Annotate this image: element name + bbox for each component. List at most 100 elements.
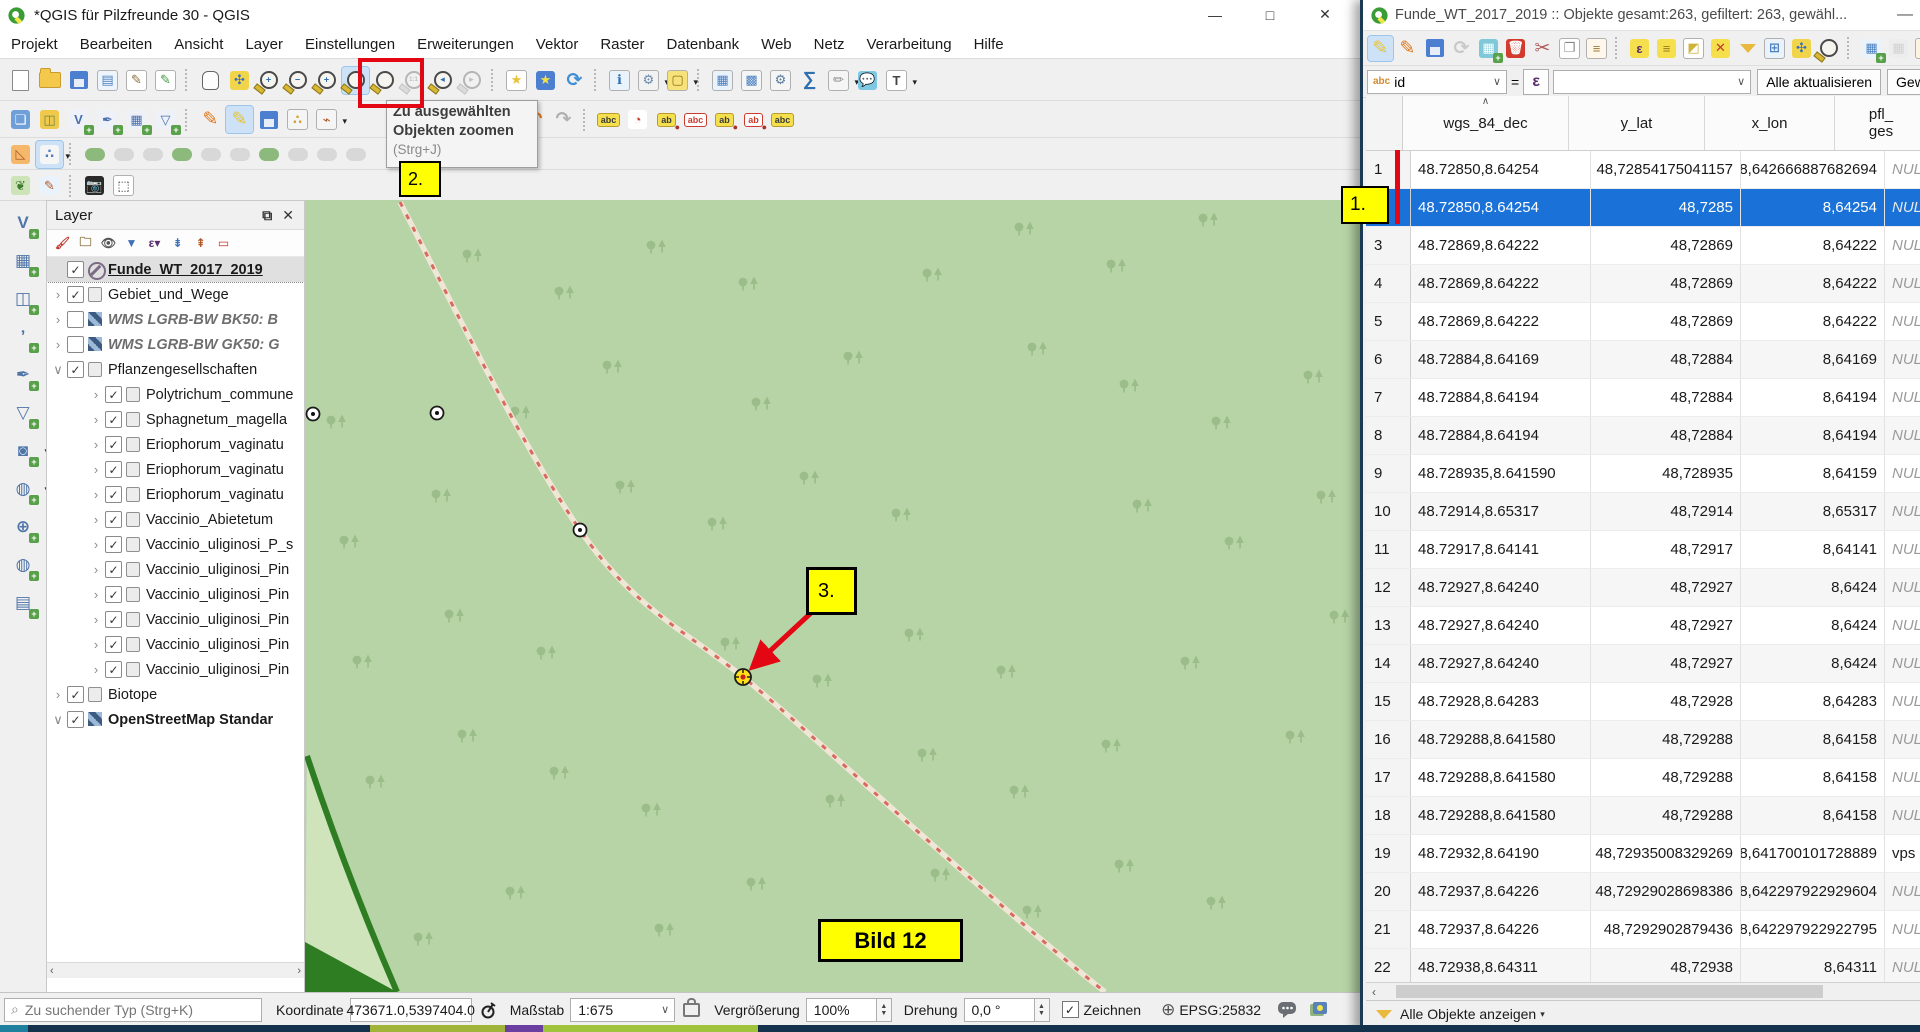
cell[interactable]: NULL <box>1885 873 1920 910</box>
cell[interactable]: 48.72928,8.64283 <box>1411 683 1591 720</box>
cell[interactable]: 48,729288 <box>1591 721 1741 758</box>
cell[interactable]: 48,72869 <box>1591 265 1741 302</box>
cell[interactable]: 48,72929028698386 <box>1591 873 1741 910</box>
cell[interactable]: NULL <box>1885 379 1920 416</box>
magnifier-icon[interactable] <box>1816 36 1841 61</box>
value-combobox[interactable]: ∨ <box>1553 70 1751 94</box>
row-number[interactable]: 19 <box>1366 835 1411 872</box>
layer-item-eriophorum-vaginatu[interactable]: ›✓Eriophorum_vaginatu <box>47 432 304 457</box>
row-number[interactable]: 5 <box>1366 303 1411 340</box>
locator-search[interactable]: ⌕ <box>4 998 262 1022</box>
cell[interactable]: 48.72884,8.64169 <box>1411 341 1591 378</box>
cell[interactable]: 48.72884,8.64194 <box>1411 379 1591 416</box>
statistics-icon[interactable]: ∑ <box>796 67 823 94</box>
cell[interactable]: NULL <box>1885 911 1920 948</box>
menu-einstellungen[interactable]: Einstellungen <box>294 36 406 53</box>
add-delimited-text-button[interactable]: ʼ+ <box>9 323 37 351</box>
cell[interactable]: 8,64194 <box>1741 417 1885 454</box>
cell[interactable]: NULL <box>1885 265 1920 302</box>
field-combobox[interactable]: abc id ∨ <box>1367 70 1507 94</box>
zoom-to-selection-icon[interactable]: ⊞ <box>1762 36 1787 61</box>
layer-checkbox[interactable]: ✓ <box>105 536 122 553</box>
new-project-icon[interactable] <box>7 67 34 94</box>
cell[interactable]: 8,642666887682694 <box>1741 151 1885 188</box>
minimize-button[interactable]: — <box>1897 6 1920 24</box>
row-number[interactable]: 13 <box>1366 607 1411 644</box>
layer-checkbox[interactable] <box>67 311 84 328</box>
db-manager-icon[interactable]: ◫ <box>36 106 63 133</box>
table-row[interactable]: 2148.72937,8.6422648,72929028794368,6422… <box>1366 911 1920 949</box>
new-bookmark-icon[interactable]: ★ <box>503 67 530 94</box>
table-row[interactable]: 748.72884,8.6419448,728848,64194NULL <box>1366 379 1920 417</box>
add-part-icon[interactable] <box>168 141 195 168</box>
layer-item-vaccinio-uliginosi-pin[interactable]: ›✓Vaccinio_uliginosi_Pin <box>47 582 304 607</box>
table-row[interactable]: 1948.72932,8.6419048,729350083292698,641… <box>1366 835 1920 873</box>
cell[interactable]: 48.72869,8.64222 <box>1411 265 1591 302</box>
cell[interactable]: 8,64158 <box>1741 721 1885 758</box>
layer-item-openstreetmap-standar[interactable]: ∨✓OpenStreetMap Standar <box>47 707 304 732</box>
add-wms-button[interactable]: ◍+▾ <box>9 475 37 503</box>
manage-visibility-icon[interactable]: 👁 <box>99 234 118 253</box>
rotate-feature-icon[interactable] <box>81 141 108 168</box>
cell[interactable]: NULL <box>1885 189 1920 226</box>
expander-icon[interactable]: › <box>89 487 103 502</box>
open-layer-styling-icon[interactable]: 🖌 <box>53 234 72 253</box>
show-all-features-button[interactable]: Alle Objekte anzeigen <box>1400 1006 1536 1022</box>
cell[interactable]: 48.72927,8.64240 <box>1411 607 1591 644</box>
expander-icon[interactable]: › <box>89 562 103 577</box>
layer-checkbox[interactable]: ✓ <box>67 711 84 728</box>
cell[interactable]: NULL <box>1885 683 1920 720</box>
cell[interactable]: 48.72850,8.64254 <box>1411 189 1591 226</box>
column-header-x_lon[interactable]: x_lon <box>1705 96 1835 150</box>
cell[interactable]: 48,7292902879436 <box>1591 911 1741 948</box>
cell[interactable]: 8,64311 <box>1741 949 1885 982</box>
text-annotation-icon[interactable]: T▾ <box>883 67 910 94</box>
cell[interactable]: 8,6424 <box>1741 607 1885 644</box>
layer-diagram-icon[interactable]: ◔ <box>624 106 651 133</box>
layer-labeling-icon[interactable]: abc <box>595 106 622 133</box>
move-label-icon[interactable]: ●ab <box>711 106 738 133</box>
cell[interactable]: NULL <box>1885 607 1920 644</box>
add-wfs-button[interactable]: ⊕+ <box>9 513 37 541</box>
menu-verarbeitung[interactable]: Verarbeitung <box>856 36 963 53</box>
news-icon[interactable] <box>1309 1001 1329 1019</box>
scroll-left-icon[interactable]: ‹ <box>50 965 54 977</box>
layer-checkbox[interactable]: ✓ <box>105 661 122 678</box>
row-number[interactable]: 1 <box>1366 151 1411 188</box>
georeferencer-icon[interactable]: ❦ <box>7 172 34 199</box>
zoom-in-icon[interactable]: + <box>255 67 282 94</box>
layers-panel-scrollbar[interactable]: ‹ › <box>47 962 304 978</box>
cell[interactable]: NULL <box>1885 303 1920 340</box>
layer-item-polytrichum-commune[interactable]: ›✓Polytrichum_commune <box>47 382 304 407</box>
open-project-icon[interactable] <box>36 67 63 94</box>
layer-item-vaccinio-uliginosi-pin[interactable]: ›✓Vaccinio_uliginosi_Pin <box>47 632 304 657</box>
toggle-editing-icon[interactable]: ✎ <box>1368 36 1393 61</box>
layer-item-pflanzengesellschaften[interactable]: ∨✓Pflanzengesellschaften <box>47 357 304 382</box>
cell[interactable]: 48,72884 <box>1591 341 1741 378</box>
row-number[interactable]: 9 <box>1366 455 1411 492</box>
layer-item-vaccinio-uliginosi-pin[interactable]: ›✓Vaccinio_uliginosi_Pin <box>47 557 304 582</box>
cell[interactable]: 48.729288,8.641580 <box>1411 721 1591 758</box>
filter-expression-icon[interactable]: ε▾ <box>145 234 164 253</box>
cell[interactable]: 8,642297922922795 <box>1741 911 1885 948</box>
cell[interactable]: 8,642297922929604 <box>1741 873 1885 910</box>
import-photos-icon[interactable]: 📷 <box>81 172 108 199</box>
scroll-left-icon[interactable]: ‹ <box>1372 985 1376 999</box>
save-edits-icon[interactable] <box>1422 36 1447 61</box>
layer-item-funde-wt-2017-2019[interactable]: ✓Funde_WT_2017_2019 <box>47 257 304 282</box>
cell[interactable]: vps <box>1885 835 1920 872</box>
cell[interactable]: 8,64222 <box>1741 227 1885 264</box>
menu-raster[interactable]: Raster <box>589 36 655 53</box>
table-row[interactable]: 1448.72927,8.6424048,729278,6424NULL <box>1366 645 1920 683</box>
table-row[interactable]: 248.72850,8.6425448,72858,64254NULL <box>1366 189 1920 227</box>
datasource-table-button[interactable]: ▤+ <box>9 589 37 617</box>
row-number[interactable]: 22 <box>1366 949 1411 982</box>
expander-icon[interactable]: › <box>89 587 103 602</box>
cell[interactable]: 48.729288,8.641580 <box>1411 797 1591 834</box>
expander-icon[interactable]: › <box>89 437 103 452</box>
cell[interactable]: NULL <box>1885 797 1920 834</box>
cell[interactable]: 48,728935 <box>1591 455 1741 492</box>
select-all-icon[interactable]: ≡ <box>1654 36 1679 61</box>
expander-icon[interactable]: › <box>89 462 103 477</box>
magnifier-input[interactable]: 100% <box>806 998 877 1022</box>
